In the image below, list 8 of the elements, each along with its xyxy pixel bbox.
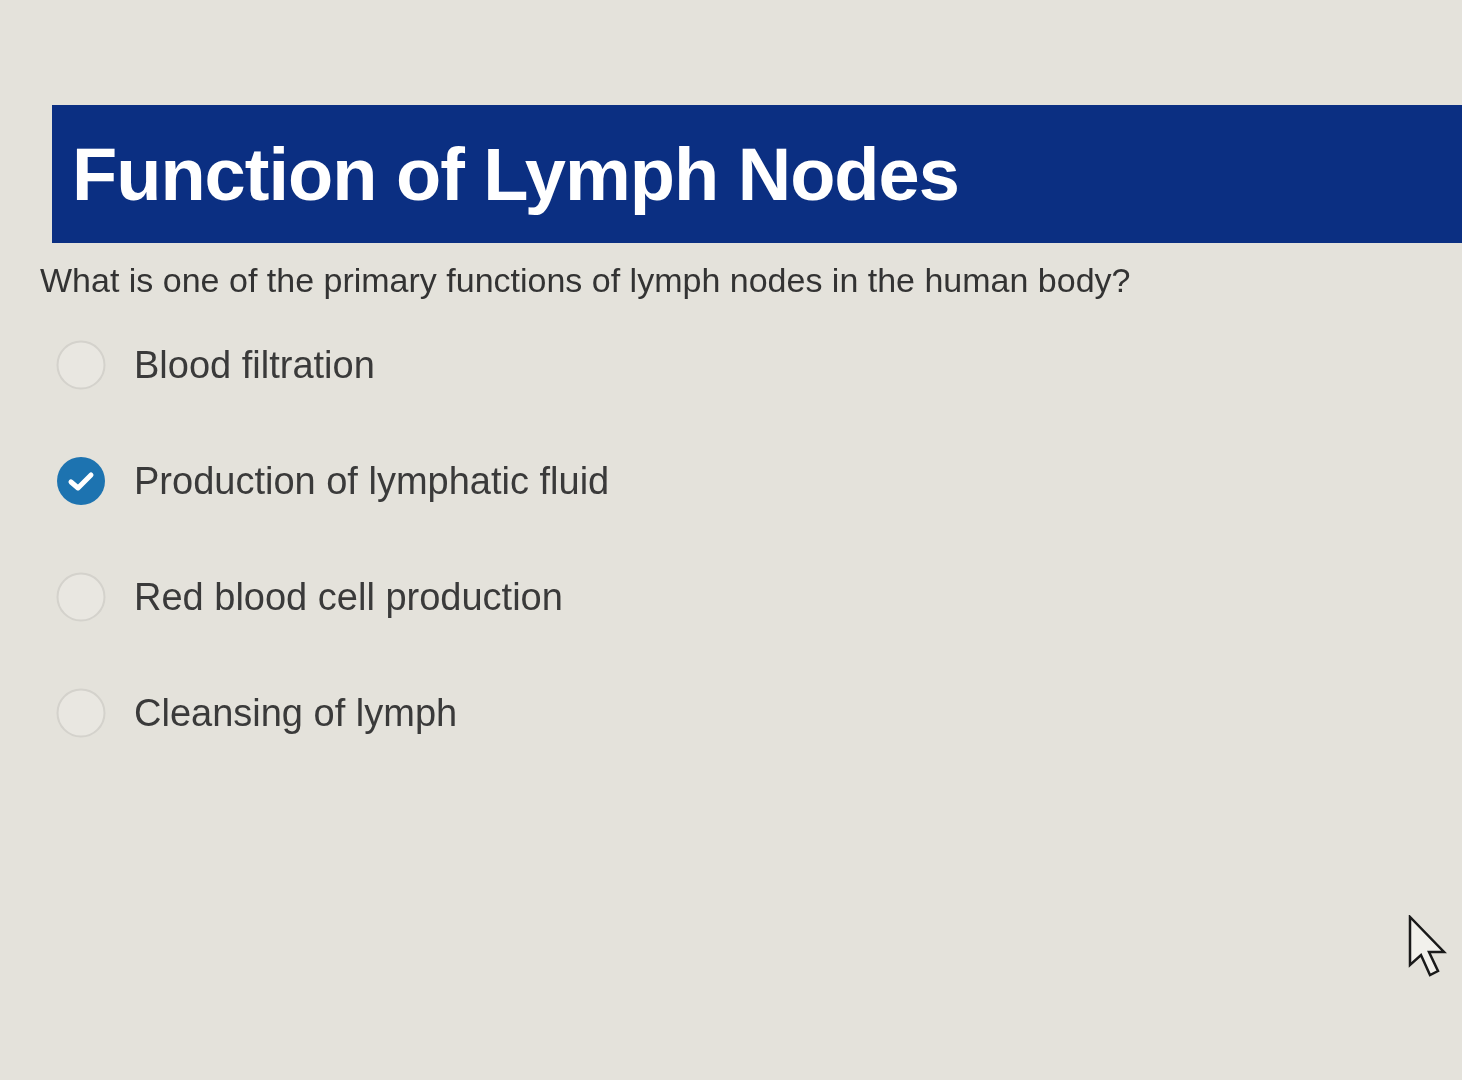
option-label[interactable]: Red blood cell production xyxy=(134,575,563,619)
quiz-title: Function of Lymph Nodes xyxy=(72,131,959,217)
checked-radio-icon[interactable] xyxy=(56,456,106,506)
option-label[interactable]: Blood filtration xyxy=(134,343,375,387)
mouse-pointer-icon xyxy=(1408,915,1448,979)
option-label[interactable]: Production of lymphatic fluid xyxy=(134,459,610,503)
option-label[interactable]: Cleansing of lymph xyxy=(134,691,458,735)
question-text: What is one of the primary functions of lymph nodes in the human body? xyxy=(40,261,1132,300)
